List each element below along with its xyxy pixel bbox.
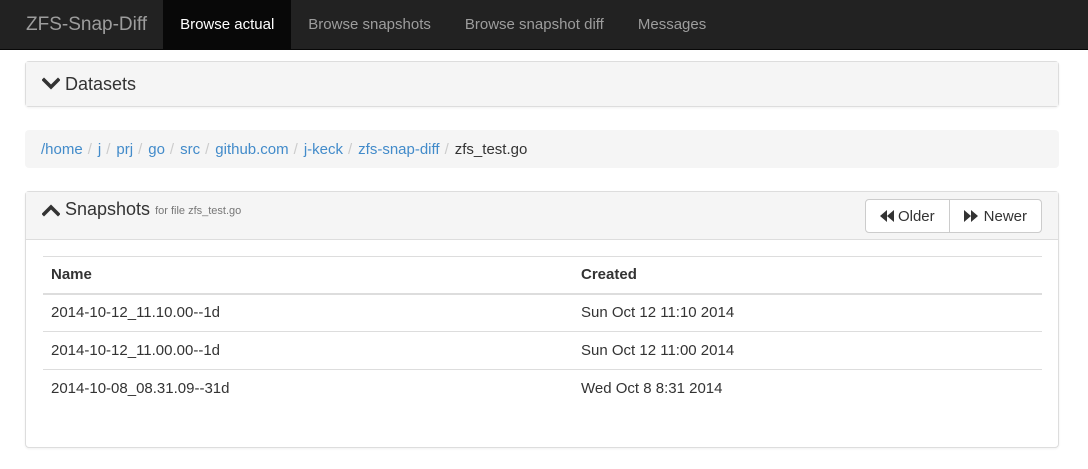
table-row[interactable]: 2014-10-08_08.31.09--31d Wed Oct 8 8:31 …: [43, 370, 1042, 408]
snapshot-created: Sun Oct 12 11:10 2014: [573, 293, 1042, 332]
chevron-down-icon: [42, 77, 60, 90]
top-navbar: ZFS-Snap-Diff Browse actual Browse snaps…: [0, 0, 1088, 50]
snapshots-panel-title[interactable]: Snapshots for file zfs_test.go: [42, 199, 241, 220]
older-newer-button-group: Older Newer: [864, 199, 1042, 233]
breadcrumb-item-j-keck[interactable]: j-keck: [304, 141, 343, 158]
nav-browse-snapshots[interactable]: Browse snapshots: [291, 0, 448, 49]
nav-messages[interactable]: Messages: [621, 0, 723, 49]
breadcrumb-item-src[interactable]: src: [180, 141, 200, 158]
newer-button[interactable]: Newer: [948, 199, 1042, 233]
snapshots-title-text: Snapshots: [65, 199, 151, 219]
breadcrumb-current-file: zfs_test.go: [454, 140, 528, 158]
breadcrumb-item-prj[interactable]: prj: [116, 141, 133, 158]
breadcrumb-separator: /: [205, 140, 210, 158]
breadcrumb-separator: /: [138, 140, 143, 158]
breadcrumb-separator: /: [106, 140, 111, 158]
older-button[interactable]: Older: [864, 199, 950, 233]
datasets-panel: Datasets: [25, 61, 1059, 107]
snapshots-panel-heading: Snapshots for file zfs_test.go Older New…: [26, 192, 1058, 240]
table-row[interactable]: 2014-10-12_11.10.00--1d Sun Oct 12 11:10…: [43, 293, 1042, 332]
forward-icon: [963, 210, 978, 222]
snapshot-name[interactable]: 2014-10-08_08.31.09--31d: [43, 370, 573, 408]
older-button-label: Older: [897, 207, 935, 225]
breadcrumb-separator: /: [169, 140, 175, 158]
backward-icon: [879, 210, 894, 222]
breadcrumb-separator: /: [347, 140, 353, 158]
breadcrumb-separator: /: [444, 140, 449, 158]
breadcrumb: /home / j / prj / go / src / github.com …: [25, 130, 1059, 168]
snapshots-subtitle: for file zfs_test.go: [155, 205, 242, 217]
brand-logo[interactable]: ZFS-Snap-Diff: [0, 0, 163, 49]
breadcrumb-separator: /: [87, 140, 92, 158]
column-header-name[interactable]: Name: [43, 256, 573, 295]
breadcrumb-item-go[interactable]: go: [148, 141, 165, 158]
datasets-title-text: Datasets: [65, 73, 137, 94]
snapshot-name[interactable]: 2014-10-12_11.00.00--1d: [43, 331, 573, 370]
column-header-created[interactable]: Created: [573, 256, 1042, 295]
snapshots-panel: Snapshots for file zfs_test.go Older New…: [25, 191, 1059, 448]
snapshot-created: Sun Oct 12 11:00 2014: [573, 331, 1042, 370]
chevron-up-icon: [42, 203, 60, 217]
nav-browse-snapshot-diff[interactable]: Browse snapshot diff: [448, 0, 621, 49]
newer-button-label: Newer: [983, 207, 1027, 225]
snapshot-created: Wed Oct 8 8:31 2014: [581, 380, 723, 398]
table-row[interactable]: 2014-10-12_11.00.00--1d Sun Oct 12 11:00…: [43, 331, 1042, 370]
nav-browse-actual[interactable]: Browse actual: [163, 0, 292, 49]
datasets-panel-title: Datasets: [42, 74, 136, 95]
datasets-panel-heading[interactable]: Datasets: [26, 62, 1058, 106]
snapshots-table: Name Created 2014-10-12_11.10.00--1d Sun…: [43, 256, 1042, 408]
breadcrumb-item-github[interactable]: github.com: [215, 141, 288, 158]
table-header-row: Name Created: [43, 256, 1042, 295]
breadcrumb-item-home[interactable]: /home: [41, 141, 83, 158]
snapshot-name[interactable]: 2014-10-12_11.10.00--1d: [43, 293, 573, 332]
breadcrumb-separator: /: [293, 140, 298, 158]
breadcrumb-item-zfs-snap-diff[interactable]: zfs-snap-diff: [358, 141, 439, 158]
